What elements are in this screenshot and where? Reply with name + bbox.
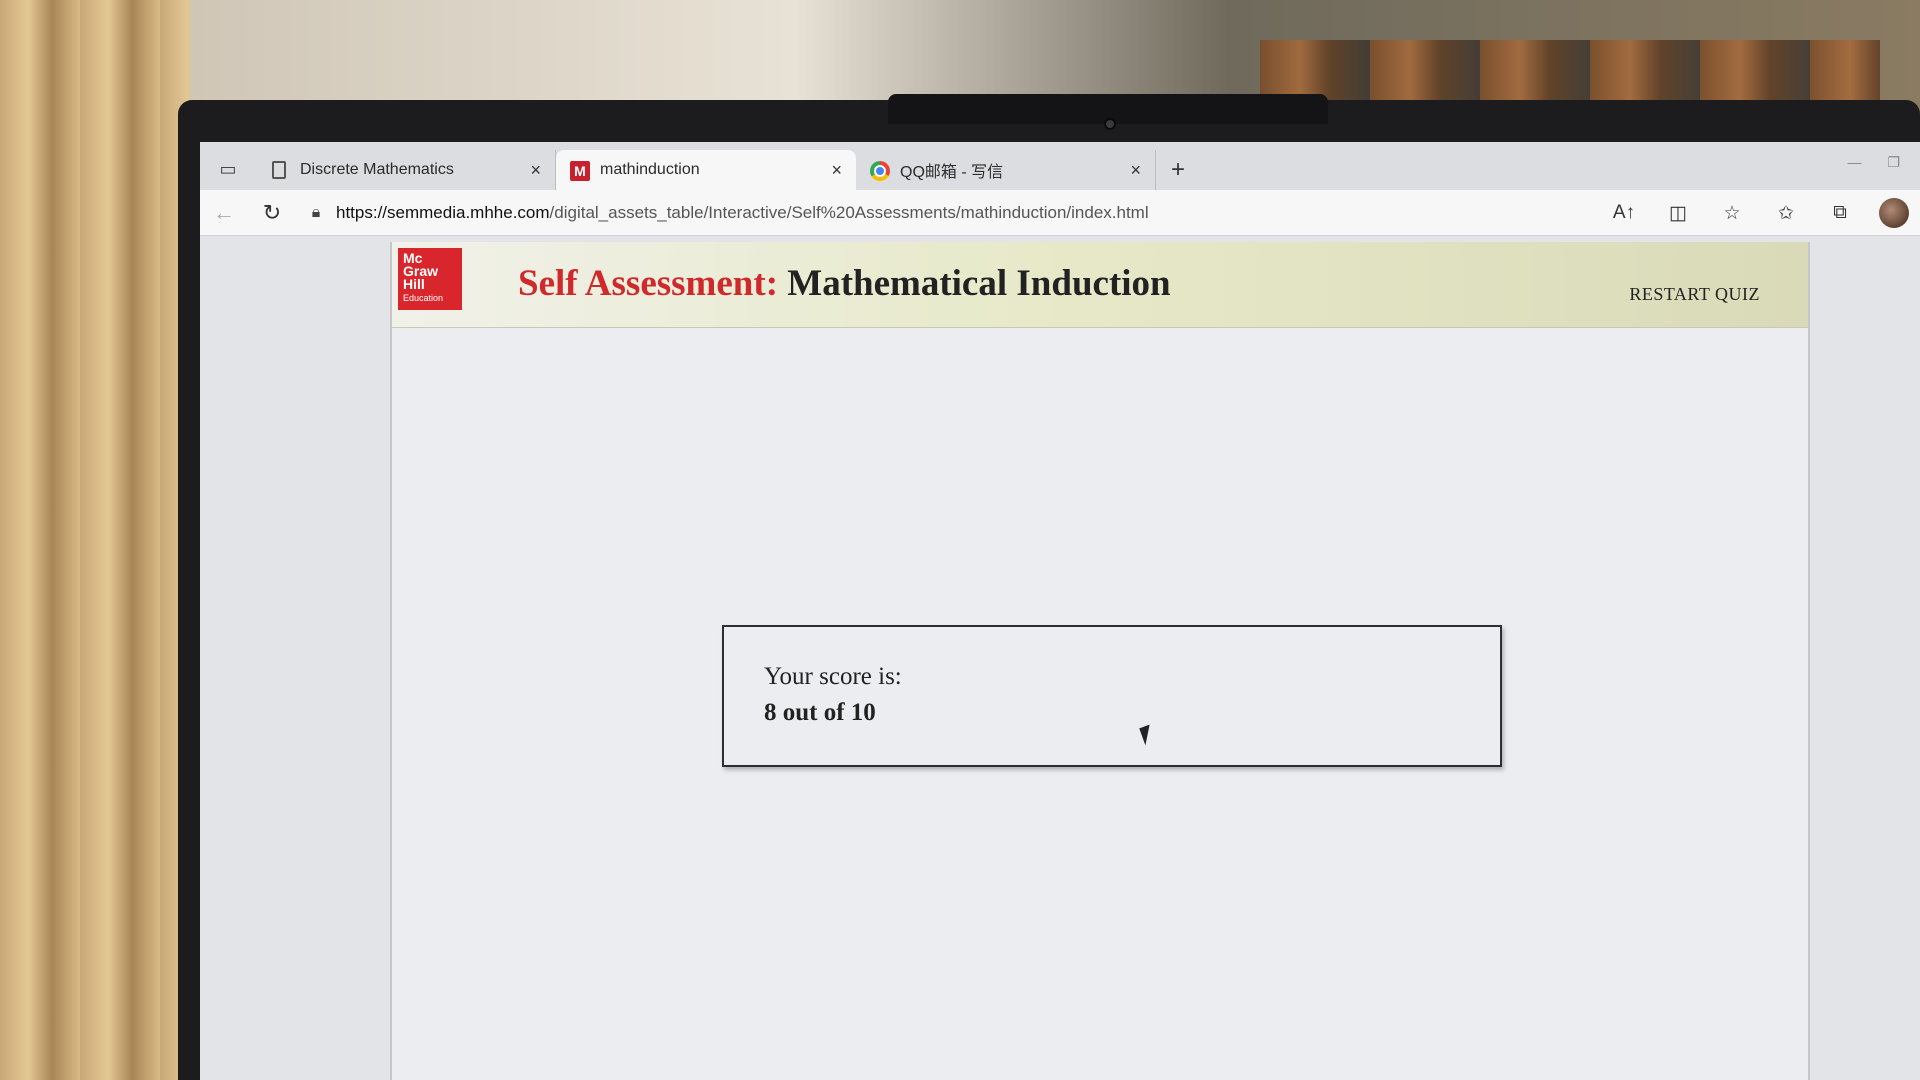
chrome-icon bbox=[870, 161, 890, 181]
avatar bbox=[1879, 198, 1909, 228]
browser-window: ▭ Discrete Mathematics × M mathinduction… bbox=[200, 142, 1920, 1080]
url-host: https://semmedia.mhhe.com bbox=[336, 202, 550, 222]
score-label: Your score is: bbox=[764, 663, 902, 690]
lock-icon[interactable]: 🔒︎ bbox=[296, 204, 336, 222]
restart-quiz-button[interactable]: RESTART QUIZ bbox=[1629, 284, 1760, 305]
tab-title: mathinduction bbox=[600, 161, 700, 178]
address-toolbar: ← ↻ 🔒︎ https://semmedia.mhhe.com/digital… bbox=[200, 190, 1920, 236]
address-bar[interactable]: https://semmedia.mhhe.com/digital_assets… bbox=[336, 203, 1149, 223]
favorites-icon[interactable]: ✩ bbox=[1768, 195, 1804, 231]
app-header: Mc Graw Hill Education Self Assessment: … bbox=[392, 242, 1808, 328]
add-favorite-icon[interactable]: ☆ bbox=[1714, 195, 1750, 231]
profile-button[interactable] bbox=[1876, 195, 1912, 231]
refresh-button[interactable]: ↻ bbox=[248, 193, 296, 233]
title-lead: Self Assessment: bbox=[518, 263, 779, 304]
tab-close-icon[interactable]: × bbox=[530, 160, 541, 181]
mcgraw-hill-logo: Mc Graw Hill Education bbox=[398, 248, 462, 310]
refresh-icon: ↻ bbox=[262, 199, 282, 225]
logo-line: Education bbox=[403, 293, 444, 303]
restore-icon[interactable]: ❐ bbox=[1887, 154, 1900, 171]
split-screen-icon[interactable]: ◫ bbox=[1660, 195, 1696, 231]
sidebar-toggle-icon: ▭ bbox=[219, 158, 237, 179]
back-arrow-icon: ← bbox=[213, 199, 235, 225]
minimize-icon[interactable]: — bbox=[1847, 154, 1861, 171]
tab-close-icon[interactable]: × bbox=[1130, 160, 1141, 181]
quiz-app: Mc Graw Hill Education Self Assessment: … bbox=[390, 242, 1810, 1080]
title-rest: Mathematical Induction bbox=[787, 263, 1171, 304]
window-controls: — ❐ bbox=[1847, 154, 1900, 171]
page-title: Self Assessment: Mathematical Induction bbox=[518, 262, 1171, 305]
new-tab-button[interactable]: + bbox=[1156, 150, 1200, 190]
document-icon bbox=[272, 161, 286, 179]
page-viewport: Mc Graw Hill Education Self Assessment: … bbox=[200, 236, 1920, 1080]
logo-line: Hill bbox=[403, 276, 425, 292]
url-path: /digital_assets_table/Interactive/Self%2… bbox=[549, 202, 1149, 222]
tab-title: QQ邮箱 - 写信 bbox=[900, 164, 1004, 181]
tab-discrete-mathematics[interactable]: Discrete Mathematics × bbox=[256, 150, 556, 190]
collections-icon[interactable]: ⧉ bbox=[1822, 195, 1858, 231]
toolbar-actions: A↑ ◫ ☆ ✩ ⧉ bbox=[1606, 190, 1920, 236]
read-aloud-icon[interactable]: A↑ bbox=[1606, 195, 1642, 231]
score-value: 8 out of 10 bbox=[764, 699, 876, 726]
tab-actions-button[interactable]: ▭ bbox=[200, 148, 256, 190]
tab-qq-mail[interactable]: QQ邮箱 - 写信 × bbox=[856, 150, 1156, 190]
tab-title: Discrete Mathematics bbox=[300, 161, 454, 178]
back-button[interactable]: ← bbox=[200, 193, 248, 233]
mcgraw-favicon-icon: M bbox=[570, 161, 590, 181]
webcam bbox=[1104, 118, 1116, 130]
score-panel: Your score is: 8 out of 10 bbox=[722, 625, 1502, 767]
tab-strip: ▭ Discrete Mathematics × M mathinduction… bbox=[200, 142, 1920, 190]
tab-mathinduction[interactable]: M mathinduction × bbox=[556, 150, 856, 190]
tab-close-icon[interactable]: × bbox=[831, 160, 842, 181]
background-curtain bbox=[0, 0, 190, 1080]
